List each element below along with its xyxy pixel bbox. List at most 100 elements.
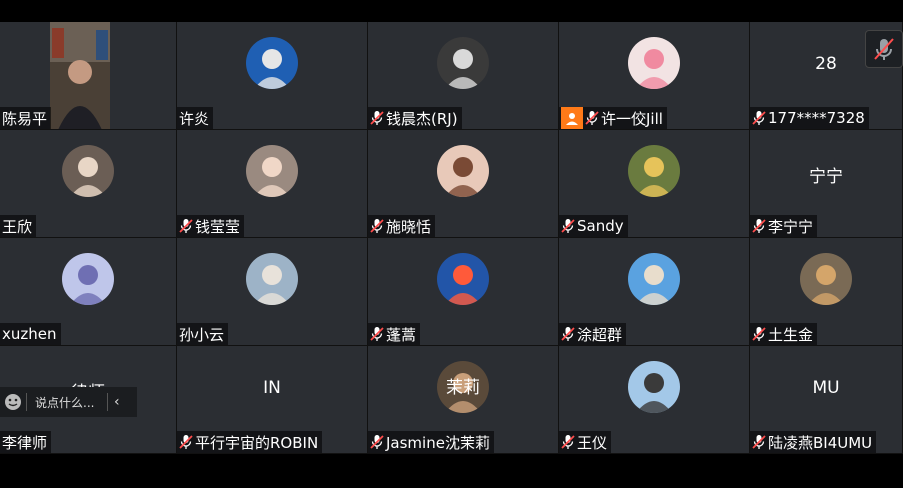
avatar	[246, 37, 298, 89]
participant-nameplate: 李律师	[0, 431, 52, 453]
svg-text:茉莉: 茉莉	[446, 378, 480, 398]
participant-nameplate: xuzhen	[0, 323, 61, 345]
participant-nameplate: 施晓恬	[368, 215, 436, 237]
participant-nameplate: Sandy	[559, 215, 628, 237]
chat-divider	[107, 393, 108, 411]
participant-tile[interactable]: 土生金	[750, 238, 903, 346]
participant-tile[interactable]: MU 陆凌燕BI4UMU	[750, 346, 903, 454]
participant-name: 许一佼Jill	[601, 109, 663, 128]
participant-name: 施晓恬	[386, 217, 432, 236]
avatar	[628, 253, 680, 305]
avatar	[800, 253, 852, 305]
participant-nameplate: 177****7328	[750, 107, 869, 129]
participant-name: 钱莹莹	[195, 217, 241, 236]
participant-nameplate: 孙小云	[177, 323, 229, 345]
participant-name: xuzhen	[2, 325, 57, 343]
participant-name: 许炎	[179, 109, 210, 128]
participant-nameplate: 许一佼Jill	[559, 107, 667, 129]
mic-muted-icon	[370, 218, 384, 234]
participant-tile[interactable]: 钱晨杰(RJ)	[368, 22, 559, 130]
avatar-initials: MU	[812, 378, 840, 398]
mute-all-button[interactable]	[865, 30, 903, 68]
chevron-left-icon[interactable]: ‹	[114, 394, 120, 410]
participant-tile[interactable]: 孙小云	[177, 238, 368, 346]
mic-muted-icon	[370, 434, 384, 450]
participant-tile[interactable]: Sandy	[559, 130, 750, 238]
participant-tile[interactable]: 王仪	[559, 346, 750, 454]
participant-nameplate: 李宁宁	[750, 215, 818, 237]
mic-muted-icon	[752, 326, 766, 342]
mic-muted-icon	[370, 110, 384, 126]
mic-muted-icon	[561, 434, 575, 450]
participant-nameplate: 陈易平	[0, 107, 52, 129]
participant-nameplate: 钱晨杰(RJ)	[368, 107, 462, 129]
chat-bar[interactable]: 说点什么... ‹	[0, 387, 137, 417]
participant-name: 孙小云	[179, 325, 225, 344]
participant-name: 土生金	[768, 325, 814, 344]
participant-nameplate: 平行宇宙的ROBIN	[177, 431, 323, 453]
participant-name: 李宁宁	[768, 217, 814, 236]
avatar	[437, 253, 489, 305]
participant-tile[interactable]: 茉莉 Jasmine沈茉莉	[368, 346, 559, 454]
participant-name: 陆凌燕BI4UMU	[768, 433, 873, 452]
mic-muted-icon	[179, 434, 193, 450]
participant-name: 平行宇宙的ROBIN	[195, 433, 319, 452]
avatar	[246, 253, 298, 305]
avatar	[437, 145, 489, 197]
avatar-initials: 宁宁	[809, 167, 843, 187]
avatar	[62, 145, 114, 197]
participant-tile[interactable]: 施晓恬	[368, 130, 559, 238]
participant-nameplate: 王仪	[559, 431, 612, 453]
participant-name: 177****7328	[768, 109, 865, 127]
host-icon	[561, 107, 583, 129]
participant-nameplate: Jasmine沈茉莉	[368, 431, 494, 453]
participant-name: 王欣	[2, 217, 33, 236]
avatar	[246, 145, 298, 197]
participant-name: 蓬蒿	[386, 325, 417, 344]
chat-divider	[26, 393, 27, 411]
participant-nameplate: 王欣	[0, 215, 37, 237]
participant-name: 涂超群	[577, 325, 623, 344]
avatar	[62, 253, 114, 305]
participant-name: 钱晨杰(RJ)	[386, 109, 458, 128]
mic-muted-icon	[561, 218, 575, 234]
chat-input[interactable]: 说点什么...	[35, 394, 103, 411]
mic-muted-icon	[752, 110, 766, 126]
mic-muted-icon	[752, 218, 766, 234]
mic-muted-icon	[585, 110, 599, 126]
participant-tile[interactable]: 钱莹莹	[177, 130, 368, 238]
participant-tile[interactable]: 王欣	[0, 130, 177, 238]
participant-name: Jasmine沈茉莉	[386, 433, 490, 452]
avatar	[437, 37, 489, 89]
mic-muted-icon	[561, 326, 575, 342]
participant-name: 陈易平	[2, 109, 48, 128]
avatar	[628, 37, 680, 89]
mic-muted-icon	[752, 434, 766, 450]
participant-tile[interactable]: 涂超群	[559, 238, 750, 346]
participant-tile[interactable]: 宁宁李宁宁	[750, 130, 903, 238]
mic-muted-icon	[179, 218, 193, 234]
mic-off-icon	[874, 38, 894, 60]
participant-nameplate: 许炎	[177, 107, 214, 129]
participant-nameplate: 土生金	[750, 323, 818, 345]
participant-tile[interactable]: 许一佼Jill	[559, 22, 750, 130]
avatar	[628, 361, 680, 413]
emoji-icon[interactable]	[4, 393, 22, 411]
avatar-initials: IN	[263, 378, 281, 398]
participant-tile[interactable]: 陈易平	[0, 22, 177, 130]
participant-name: Sandy	[577, 217, 624, 235]
participant-nameplate: 钱莹莹	[177, 215, 245, 237]
participant-tile[interactable]: IN 平行宇宙的ROBIN	[177, 346, 368, 454]
participant-name: 李律师	[2, 433, 48, 452]
participant-tile[interactable]: 许炎	[177, 22, 368, 130]
mic-muted-icon	[370, 326, 384, 342]
avatar: 茉莉	[437, 361, 489, 413]
participant-nameplate: 涂超群	[559, 323, 627, 345]
participant-nameplate: 陆凌燕BI4UMU	[750, 431, 877, 453]
participant-tile[interactable]: xuzhen	[0, 238, 177, 346]
participant-nameplate: 蓬蒿	[368, 323, 421, 345]
participant-tile[interactable]: 蓬蒿	[368, 238, 559, 346]
participant-name: 王仪	[577, 433, 608, 452]
video-feed	[50, 22, 110, 129]
avatar	[628, 145, 680, 197]
